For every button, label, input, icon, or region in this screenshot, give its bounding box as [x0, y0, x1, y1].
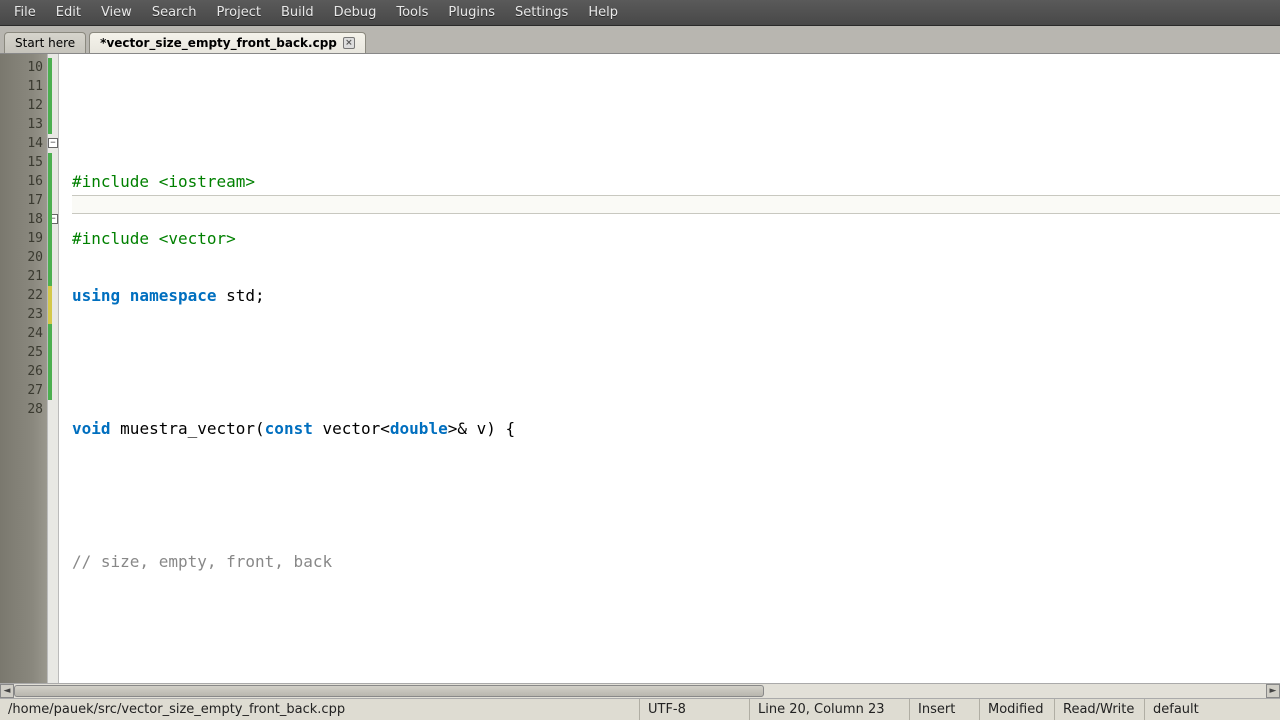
tab-file[interactable]: *vector_size_empty_front_back.cpp × — [89, 32, 366, 53]
preproc: #include — [72, 172, 159, 191]
amp: & — [457, 419, 476, 438]
status-position[interactable]: Line 20, Column 23 — [750, 699, 910, 720]
status-encoding[interactable]: UTF-8 — [640, 699, 750, 720]
line-number: 23 — [0, 305, 47, 324]
line-number: 16 — [0, 172, 47, 191]
menu-settings[interactable]: Settings — [505, 2, 578, 23]
fn-name: muestra_vector — [120, 419, 255, 438]
line-number: 11 — [0, 77, 47, 96]
preproc: #include — [72, 229, 159, 248]
blank-line — [72, 495, 1280, 514]
status-readwrite: Read/Write — [1055, 699, 1145, 720]
tab-bar: Start here *vector_size_empty_front_back… — [0, 26, 1280, 54]
scroll-thumb[interactable] — [14, 685, 764, 697]
line-number: 28 — [0, 400, 47, 419]
param: v — [477, 419, 487, 438]
status-insert-mode[interactable]: Insert — [910, 699, 980, 720]
type-double: double — [390, 419, 448, 438]
lt: < — [380, 419, 390, 438]
status-path: /home/pauek/src/vector_size_empty_front_… — [0, 699, 640, 720]
id: std — [226, 286, 255, 305]
type-vector: vector — [322, 419, 380, 438]
menu-edit[interactable]: Edit — [46, 2, 91, 23]
status-modified: Modified — [980, 699, 1055, 720]
line-number: 20 — [0, 248, 47, 267]
status-bar: /home/pauek/src/vector_size_empty_front_… — [0, 698, 1280, 720]
horizontal-scrollbar[interactable]: ◄ ► — [0, 683, 1280, 698]
code-area[interactable]: #include <iostream> #include <vector> us… — [48, 54, 1280, 683]
paren: ( — [255, 419, 265, 438]
editor[interactable]: 1011121314−15161718−19202122232425262728… — [0, 54, 1280, 683]
menu-file[interactable]: File — [4, 2, 46, 23]
gt: > — [448, 419, 458, 438]
tab-start-here[interactable]: Start here — [4, 32, 86, 53]
scroll-right-icon[interactable]: ► — [1266, 684, 1280, 698]
line-number: 26 — [0, 362, 47, 381]
scroll-left-icon[interactable]: ◄ — [0, 684, 14, 698]
status-profile[interactable]: default — [1145, 699, 1280, 720]
line-number: 17 — [0, 191, 47, 210]
kw-const: const — [265, 419, 323, 438]
menu-debug[interactable]: Debug — [324, 2, 387, 23]
line-number: 27 — [0, 381, 47, 400]
menu-build[interactable]: Build — [271, 2, 324, 23]
close-icon[interactable]: × — [343, 37, 355, 49]
tab-label: Start here — [15, 36, 75, 50]
line-number: 18− — [0, 210, 47, 229]
menu-help[interactable]: Help — [578, 2, 628, 23]
line-number-gutter: 1011121314−15161718−19202122232425262728 — [0, 54, 48, 683]
brace: ) { — [486, 419, 515, 438]
blank-line — [72, 343, 1280, 362]
menu-plugins[interactable]: Plugins — [438, 2, 505, 23]
preproc-target: <vector> — [159, 229, 236, 248]
line-number: 25 — [0, 343, 47, 362]
kw-using: using — [72, 286, 130, 305]
line-number: 13 — [0, 115, 47, 134]
kw-void: void — [72, 419, 120, 438]
menu-project[interactable]: Project — [206, 2, 270, 23]
comment: // size, empty, front, back — [72, 552, 332, 571]
preproc-target: <iostream> — [159, 172, 255, 191]
line-number: 22 — [0, 286, 47, 305]
line-number: 12 — [0, 96, 47, 115]
line-number: 24 — [0, 324, 47, 343]
menu-view[interactable]: View — [91, 2, 142, 23]
semi: ; — [255, 286, 265, 305]
blank-line — [72, 609, 1280, 628]
menu-tools[interactable]: Tools — [386, 2, 438, 23]
line-number: 15 — [0, 153, 47, 172]
tab-label: *vector_size_empty_front_back.cpp — [100, 36, 337, 50]
menu-bar: File Edit View Search Project Build Debu… — [0, 0, 1280, 26]
line-number: 14− — [0, 134, 47, 153]
line-number: 10 — [0, 58, 47, 77]
kw-namespace: namespace — [130, 286, 226, 305]
menu-search[interactable]: Search — [142, 2, 207, 23]
line-number: 19 — [0, 229, 47, 248]
line-number: 21 — [0, 267, 47, 286]
